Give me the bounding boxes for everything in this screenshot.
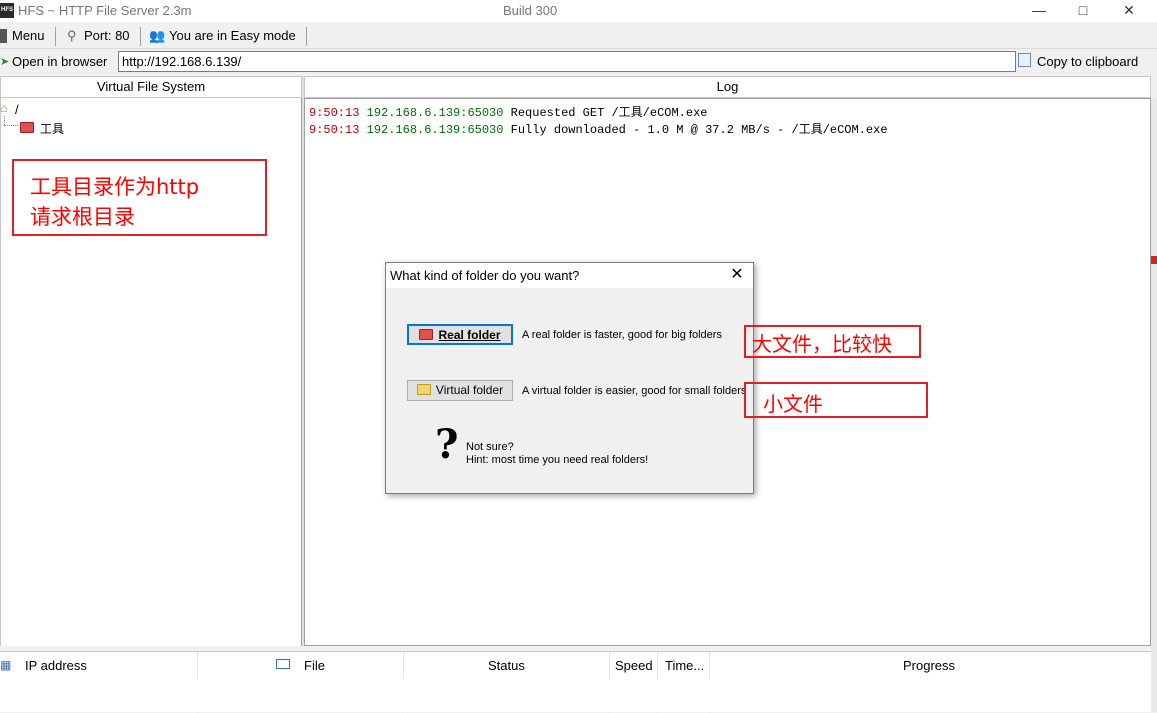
home-icon: ⌂ — [0, 101, 8, 115]
dialog-title: What kind of folder do you want? — [390, 268, 580, 283]
dialog-close-icon[interactable]: ✕ — [724, 265, 750, 285]
toolbar-separator — [306, 27, 307, 46]
browser-arrow-icon: ➤ — [0, 56, 10, 68]
col-speed-label: Speed — [615, 658, 653, 673]
annotation-text: 大文件，比较快 — [752, 332, 892, 356]
edge-marker — [1151, 256, 1157, 264]
annotation-text: 工具目录作为http — [30, 175, 200, 199]
vfs-header: Virtual File System — [0, 76, 302, 98]
col-status-label: Status — [488, 658, 525, 673]
red-folder-icon — [419, 329, 434, 340]
vfs-folder-item[interactable]: 工具 — [40, 120, 64, 137]
red-folder-icon — [20, 120, 39, 135]
open-in-browser-button[interactable]: Open in browser — [12, 54, 107, 69]
folder-kind-dialog: What kind of folder do you want? ✕ Real … — [385, 262, 754, 494]
mode-button[interactable]: You are in Easy mode — [169, 28, 296, 43]
connections-header: ▦ IP address File Status Speed Time... P… — [0, 651, 1151, 713]
log-address: 192.168.6.139:65030 — [366, 106, 504, 120]
virtual-folder-description: A virtual folder is easier, good for sma… — [522, 385, 747, 397]
real-folder-description: A real folder is faster, good for big fo… — [522, 329, 722, 341]
log-line: 9:50:13 192.168.6.139:65030 Fully downlo… — [309, 120, 888, 137]
log-message: Fully downloaded - 1.0 M @ 37.2 MB/s - /… — [510, 123, 888, 137]
question-icon: ? — [435, 421, 459, 468]
annotation-root-note: 工具目录作为http 请求根目录 — [12, 159, 267, 236]
tree-line — [4, 116, 6, 125]
hint-line-2: Hint: most time you need real folders! — [466, 454, 649, 466]
dialog-title-bar: What kind of folder do you want? ✕ — [386, 263, 753, 288]
toolbar-separator — [55, 27, 56, 46]
log-header: Log — [304, 76, 1151, 98]
annotation-text: 小文件 — [763, 392, 823, 416]
col-time-label: Time... — [665, 658, 705, 673]
log-line: 9:50:13 192.168.6.139:65030 Requested GE… — [309, 103, 708, 120]
menu-button[interactable]: Menu — [12, 28, 45, 43]
yellow-folder-icon — [416, 384, 431, 395]
close-icon[interactable]: ✕ — [1106, 0, 1152, 22]
annotation-small-files: 小文件 — [744, 382, 928, 418]
virtual-folder-button[interactable]: Virtual folder — [407, 380, 513, 401]
file-icon — [276, 659, 290, 669]
users-icon: 👥 — [149, 28, 166, 43]
real-folder-button[interactable]: Real folder — [407, 324, 513, 345]
toolbar-separator — [140, 27, 141, 46]
right-edge-strip — [1151, 98, 1157, 712]
minimize-icon[interactable]: — — [1016, 0, 1062, 22]
vfs-root[interactable]: / — [15, 102, 19, 117]
log-message: Requested GET /工具/eCOM.exe — [510, 106, 708, 120]
annotation-big-files: 大文件，比较快 — [744, 325, 921, 358]
url-field[interactable]: http://192.168.6.139/ — [118, 51, 1016, 72]
real-folder-label: Real folder — [438, 328, 501, 342]
title-bar: HFS HFS ~ HTTP File Server 2.3m Build 30… — [0, 0, 1157, 22]
hint-line-1: Not sure? — [466, 441, 514, 453]
copy-to-clipboard-button[interactable]: Copy to clipboard — [1037, 54, 1138, 69]
col-file-label: File — [304, 658, 325, 673]
annotation-text: 请求根目录 — [30, 205, 135, 229]
tree-line — [4, 125, 18, 127]
toolbar: Menu ⚲ Port: 80 👥 You are in Easy mode — [0, 24, 1157, 49]
virtual-folder-label: Virtual folder — [435, 383, 504, 397]
hfs-app-icon: HFS — [0, 3, 14, 18]
log-time: 9:50:13 — [309, 123, 360, 137]
clipboard-icon — [1018, 53, 1031, 67]
log-address: 192.168.6.139:65030 — [366, 123, 504, 137]
log-time: 9:50:13 — [309, 106, 360, 120]
port-button[interactable]: Port: 80 — [84, 28, 130, 43]
network-icon: ▦ — [0, 658, 12, 672]
connections-list[interactable] — [0, 679, 1151, 712]
col-ip-label: IP address — [25, 658, 87, 673]
menu-icon — [0, 29, 7, 43]
port-icon: ⚲ — [67, 28, 77, 43]
build-label: Build 300 — [503, 3, 558, 18]
window-title: HFS ~ HTTP File Server 2.3m — [18, 3, 192, 18]
col-progress-label: Progress — [903, 658, 956, 673]
maximize-icon[interactable]: □ — [1060, 0, 1106, 22]
